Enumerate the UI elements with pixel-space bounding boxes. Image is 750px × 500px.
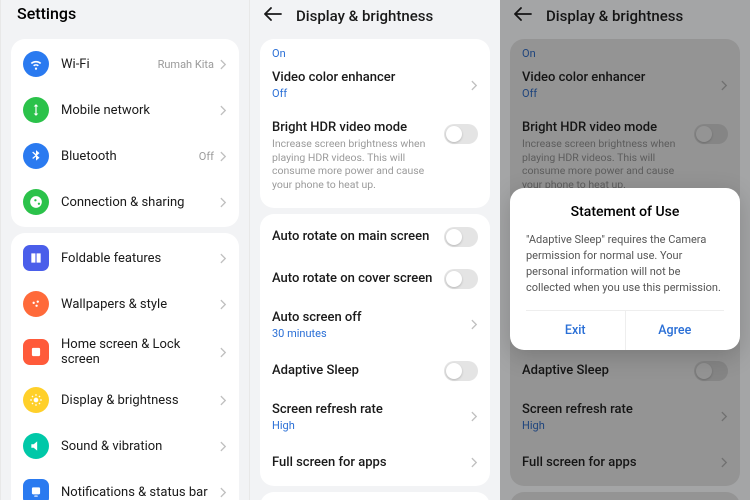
chevron-right-icon <box>220 299 227 310</box>
wifi-label: Wi-Fi <box>61 57 158 72</box>
exit-button[interactable]: Exit <box>526 311 626 350</box>
chevron-right-icon <box>220 59 227 70</box>
homescreen-label: Home screen & Lock screen <box>61 337 220 367</box>
chevron-right-icon <box>220 347 227 358</box>
bluetooth-label: Bluetooth <box>61 149 199 164</box>
wifi-status: Rumah Kita <box>158 58 214 71</box>
settings-title: Settings <box>1 0 249 33</box>
hdr-desc: Increase screen brightness when playing … <box>272 137 444 192</box>
foldable-icon <box>23 245 49 271</box>
foldable-row[interactable]: Foldable features <box>11 235 239 281</box>
video-group: On Video color enhancer Off Bright HDR v… <box>260 39 490 208</box>
connection-sharing-icon <box>23 189 49 215</box>
sound-label: Sound & vibration <box>61 439 220 454</box>
display-brightness-label: Display & brightness <box>61 393 220 408</box>
dialog-title: Statement of Use <box>526 204 724 220</box>
wallpapers-icon <box>23 291 49 317</box>
adaptive-sleep-row[interactable]: Adaptive Sleep <box>260 350 490 392</box>
hdr-row[interactable]: Bright HDR video mode Increase screen br… <box>260 110 490 202</box>
auto-rotate-cover-row[interactable]: Auto rotate on cover screen <box>260 258 490 300</box>
sound-icon <box>23 433 49 459</box>
auto-rotate-cover-toggle[interactable] <box>444 269 478 289</box>
vce-value: Off <box>272 87 471 100</box>
chevron-right-icon <box>220 197 227 208</box>
hdr-toggle[interactable] <box>444 124 478 144</box>
chevron-right-icon <box>220 151 227 162</box>
chevron-right-icon <box>471 80 478 91</box>
prev-on-value: On <box>260 41 490 60</box>
auto-rotate-main-toggle[interactable] <box>444 227 478 247</box>
bluetooth-status: Off <box>199 150 214 163</box>
settings-root-pane: Settings Wi-Fi Rumah Kita Mobile network… <box>0 0 250 500</box>
chevron-right-icon <box>220 105 227 116</box>
hdr-label: Bright HDR video mode <box>272 120 444 135</box>
refresh-rate-row[interactable]: Screen refresh rate High <box>260 392 490 442</box>
full-screen-apps-row[interactable]: Full screen for apps <box>260 442 490 484</box>
homescreen-icon <box>23 339 49 365</box>
mobile-network-label: Mobile network <box>61 103 220 118</box>
bluetooth-icon <box>23 143 49 169</box>
sound-row[interactable]: Sound & vibration <box>11 423 239 469</box>
agree-button[interactable]: Agree <box>626 311 725 350</box>
chevron-right-icon <box>220 253 227 264</box>
statement-dialog: Statement of Use "Adaptive Sleep" requir… <box>510 188 740 350</box>
connectivity-group: Wi-Fi Rumah Kita Mobile network Bluetoot… <box>11 39 239 227</box>
foldable-label: Foldable features <box>61 251 220 266</box>
connection-sharing-row[interactable]: Connection & sharing <box>11 179 239 225</box>
wifi-row[interactable]: Wi-Fi Rumah Kita <box>11 41 239 87</box>
display-pane-dialog: Display & brightness On Video color enha… <box>500 0 750 500</box>
homescreen-row[interactable]: Home screen & Lock screen <box>11 327 239 377</box>
chevron-right-icon <box>220 487 227 498</box>
notifications-row[interactable]: Notifications & status bar <box>11 469 239 500</box>
screen-group: Auto rotate on main screen Auto rotate o… <box>260 214 490 486</box>
personalization-group: Foldable features Wallpapers & style Hom… <box>11 233 239 500</box>
display-brightness-row[interactable]: Display & brightness <box>11 377 239 423</box>
search-hint[interactable]: You might be looking for: Wallpapers <box>260 492 490 500</box>
display-pane: Display & brightness On Video color enha… <box>250 0 500 500</box>
dialog-body: "Adaptive Sleep" requires the Camera per… <box>526 232 724 296</box>
chevron-right-icon <box>471 319 478 330</box>
auto-rotate-main-row[interactable]: Auto rotate on main screen <box>260 216 490 258</box>
video-color-enhancer-row[interactable]: Video color enhancer Off <box>260 60 490 110</box>
wallpapers-row[interactable]: Wallpapers & style <box>11 281 239 327</box>
dialog-buttons: Exit Agree <box>526 310 724 350</box>
notifications-label: Notifications & status bar <box>61 485 220 500</box>
display-brightness-icon <box>23 387 49 413</box>
notifications-icon <box>23 479 49 500</box>
wallpapers-label: Wallpapers & style <box>61 297 220 312</box>
display-title: Display & brightness <box>296 7 433 25</box>
wifi-icon <box>23 51 49 77</box>
chevron-right-icon <box>220 395 227 406</box>
auto-screen-off-row[interactable]: Auto screen off 30 minutes <box>260 300 490 350</box>
display-header: Display & brightness <box>250 0 500 35</box>
chevron-right-icon <box>220 441 227 452</box>
mobile-network-icon <box>23 97 49 123</box>
back-button[interactable] <box>264 6 282 25</box>
chevron-right-icon <box>471 457 478 468</box>
bluetooth-row[interactable]: Bluetooth Off <box>11 133 239 179</box>
mobile-network-row[interactable]: Mobile network <box>11 87 239 133</box>
connection-sharing-label: Connection & sharing <box>61 195 220 210</box>
adaptive-sleep-toggle[interactable] <box>444 361 478 381</box>
chevron-right-icon <box>471 411 478 422</box>
vce-label: Video color enhancer <box>272 70 471 85</box>
